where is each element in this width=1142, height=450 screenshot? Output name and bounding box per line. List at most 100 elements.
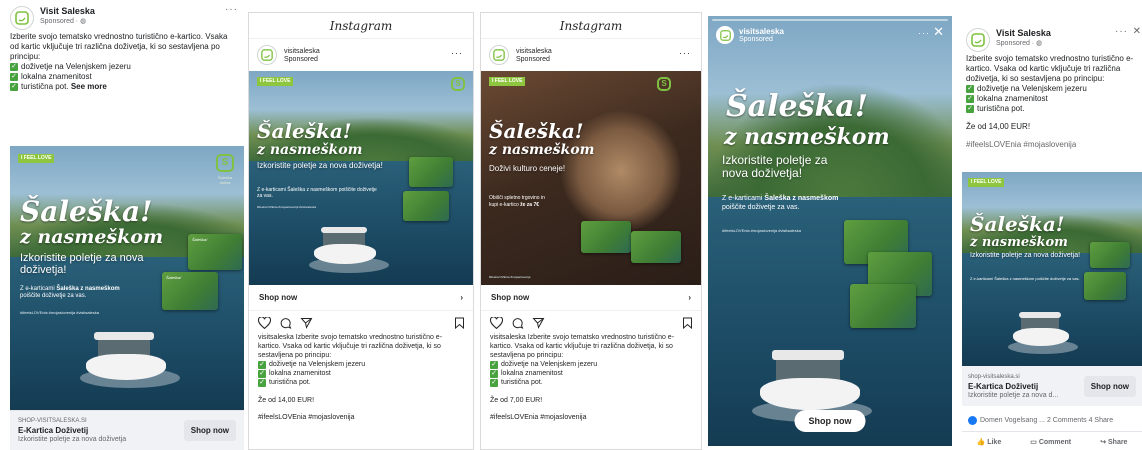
ad-sub-1: Izkoristite poletje za <box>722 153 828 167</box>
instagram-title: Instagram <box>481 13 701 39</box>
see-more-link[interactable]: See more <box>71 82 107 92</box>
ifeel-logo: I FEEL LOVE <box>18 154 55 163</box>
e-card-image <box>403 191 449 221</box>
profile-avatar[interactable] <box>716 26 734 44</box>
more-options-icon[interactable]: ··· <box>451 48 463 58</box>
hashtags[interactable]: #ifeelsLOVEnia #mojaslovenija <box>481 404 701 421</box>
reaction-names[interactable]: Domen Vogelsang ... <box>980 417 1045 424</box>
ad-body: Z e-karticami Šaleška z nasmeškom poiščit… <box>20 286 170 300</box>
link-description: Izkoristite poletje za nova d... <box>968 391 1059 399</box>
shop-now-label: Shop now <box>491 293 530 302</box>
more-options-icon[interactable]: ··· <box>679 48 691 58</box>
caption-username[interactable]: visitsaleska <box>258 334 294 341</box>
comment-button[interactable]: ▭ Comment <box>1030 438 1071 447</box>
globe-icon: ◍ <box>80 18 87 25</box>
check-icon: ✓ <box>490 360 498 369</box>
hashtags[interactable]: #ifeelsLOVEnia #mojaslovenija <box>249 404 473 421</box>
ad-headline: Šaleška! <box>257 119 352 143</box>
share-button[interactable]: ↪ Share <box>1100 438 1127 447</box>
list-item: ✓ doživetje na Velenjskem jezeru <box>258 360 464 369</box>
shares-count[interactable]: 4 Share <box>1089 417 1114 424</box>
chevron-right-icon: › <box>688 293 691 302</box>
bookmark-icon[interactable] <box>454 317 465 329</box>
story-creative-image[interactable]: Šaleška! z nasmeškom Izkoristite poletje… <box>708 16 952 446</box>
share-icon: ↪ <box>1100 439 1108 446</box>
post-actions: 👍 Like ▭ Comment ↪ Share <box>962 432 1142 450</box>
heart-icon[interactable] <box>490 317 503 329</box>
boat-image <box>311 227 381 271</box>
ad-hashtags: #ifeelsLOVEnia #mojaslovenija #visitsale… <box>257 205 317 209</box>
price-text: Že od 7,00 EUR! <box>490 397 543 404</box>
ad-creative-image[interactable]: I FEEL LOVE S Šaleška! z nasmeškom Izkor… <box>249 71 473 285</box>
ad-creative-image[interactable]: I FEEL LOVE S Šaleška dolina Šaleška! z … <box>10 146 244 410</box>
saleska-logo-icon <box>15 11 29 25</box>
list-item: ✓ turistična pot. <box>258 378 464 387</box>
more-options-icon[interactable]: ··· <box>918 28 930 38</box>
close-icon[interactable]: ✕ <box>933 24 944 40</box>
e-card-image: Šaleška! <box>162 272 218 310</box>
send-icon[interactable] <box>532 317 545 329</box>
send-icon[interactable] <box>300 317 313 329</box>
list-item: ✓ lokalna znamenitost <box>958 94 1142 104</box>
e-card-image <box>581 221 631 253</box>
post-text: Izberite svojo tematsko vrednostno turis… <box>10 32 228 61</box>
saleska-logo-icon <box>493 49 505 61</box>
chevron-right-icon: › <box>460 293 463 302</box>
caption-username[interactable]: visitsaleska <box>490 334 526 341</box>
e-card-image <box>631 231 681 263</box>
sponsored-text: Sponsored · <box>996 40 1037 47</box>
post-caption: visitsaleska Izberite svojo tematsko vre… <box>249 333 473 387</box>
saleska-logo-icon: S <box>451 77 465 91</box>
list-item: ✓ turistična pot. <box>958 104 1142 114</box>
sponsored-text: Sponsored · <box>40 18 81 25</box>
ad-headline-2: z nasmeškom <box>20 226 164 248</box>
check-icon: ✓ <box>966 85 974 93</box>
page-avatar[interactable] <box>10 6 34 30</box>
ad-headline: Šaleška! <box>489 119 584 143</box>
ad-body-bold: Šaleška z nasmeškom <box>56 286 120 292</box>
more-options-icon[interactable]: ··· <box>1115 26 1128 37</box>
shop-now-button[interactable]: Shop now <box>1083 375 1136 397</box>
brand-caption: Šaleška dolina <box>217 175 233 185</box>
bookmark-icon[interactable] <box>682 317 693 329</box>
close-icon[interactable]: ✕ <box>1133 26 1142 37</box>
check-icon: ✓ <box>966 105 974 113</box>
ad-body-2: poiščite doživetje za vas. <box>722 204 800 211</box>
username[interactable]: visitsaleska <box>516 48 552 55</box>
heart-icon[interactable] <box>258 317 271 329</box>
list-item-text: doživetje na Velenjskem jezeru <box>21 62 131 71</box>
ad-creative-image[interactable]: I FEEL LOVE Šaleška! z nasmeškom Izkoris… <box>962 172 1142 366</box>
comment-icon[interactable] <box>279 317 292 329</box>
ad-headline-2: z nasmeškom <box>970 235 1068 250</box>
page-name[interactable]: Visit Saleska <box>40 6 95 16</box>
shop-now-bar[interactable]: Shop now › <box>481 285 701 311</box>
shop-now-bar[interactable]: Shop now › <box>249 285 473 311</box>
ad-creative-image[interactable]: I FEEL LOVE S Šaleška! z nasmeškom Doživ… <box>481 71 701 285</box>
sponsored-label: Sponsored · ◍ <box>40 17 95 25</box>
page-avatar[interactable] <box>966 28 990 52</box>
username[interactable]: visitsaleska <box>284 48 320 55</box>
more-options-icon[interactable]: ··· <box>225 4 238 15</box>
link-preview[interactable]: shop-visitsaleska.si E-Kartica Doživetij… <box>962 366 1142 406</box>
ad-headline-2: z nasmeškom <box>489 142 595 158</box>
shop-now-button[interactable]: Shop now <box>794 410 866 432</box>
shop-now-button[interactable]: Shop now <box>183 420 236 441</box>
ad-body: Z e-karticami Šaleška z nasmeškom poišči… <box>257 187 377 199</box>
sponsored-label: Sponsored · ◍ <box>996 39 1051 47</box>
link-title[interactable]: E-Kartica Doživetij <box>968 382 1058 391</box>
profile-avatar[interactable] <box>257 45 277 65</box>
ad-body-1: Z e-karticami <box>20 286 57 292</box>
link-preview[interactable]: SHOP-VISITSALESKA.SI E-Kartica Doživetij… <box>10 410 244 450</box>
link-title[interactable]: E-Kartica Doživetij <box>18 426 126 435</box>
post-caption: visitsaleska Izberite svojo tematsko vre… <box>481 333 701 387</box>
page-name[interactable]: Visit Saleska <box>996 28 1051 38</box>
like-button[interactable]: 👍 Like <box>976 438 1002 447</box>
saleska-logo-icon: S <box>216 154 234 172</box>
profile-avatar[interactable] <box>489 45 509 65</box>
username[interactable]: visitsaleska <box>739 27 784 36</box>
thumbs-up-icon: 👍 <box>976 439 988 446</box>
comment-icon[interactable] <box>511 317 524 329</box>
hashtags[interactable]: #ifeelsLOVEnia #mojaslovenija <box>958 140 1142 150</box>
comments-count[interactable]: 2 Comments <box>1047 417 1087 424</box>
list-item: ✓ turistična pot. See more <box>2 82 244 92</box>
